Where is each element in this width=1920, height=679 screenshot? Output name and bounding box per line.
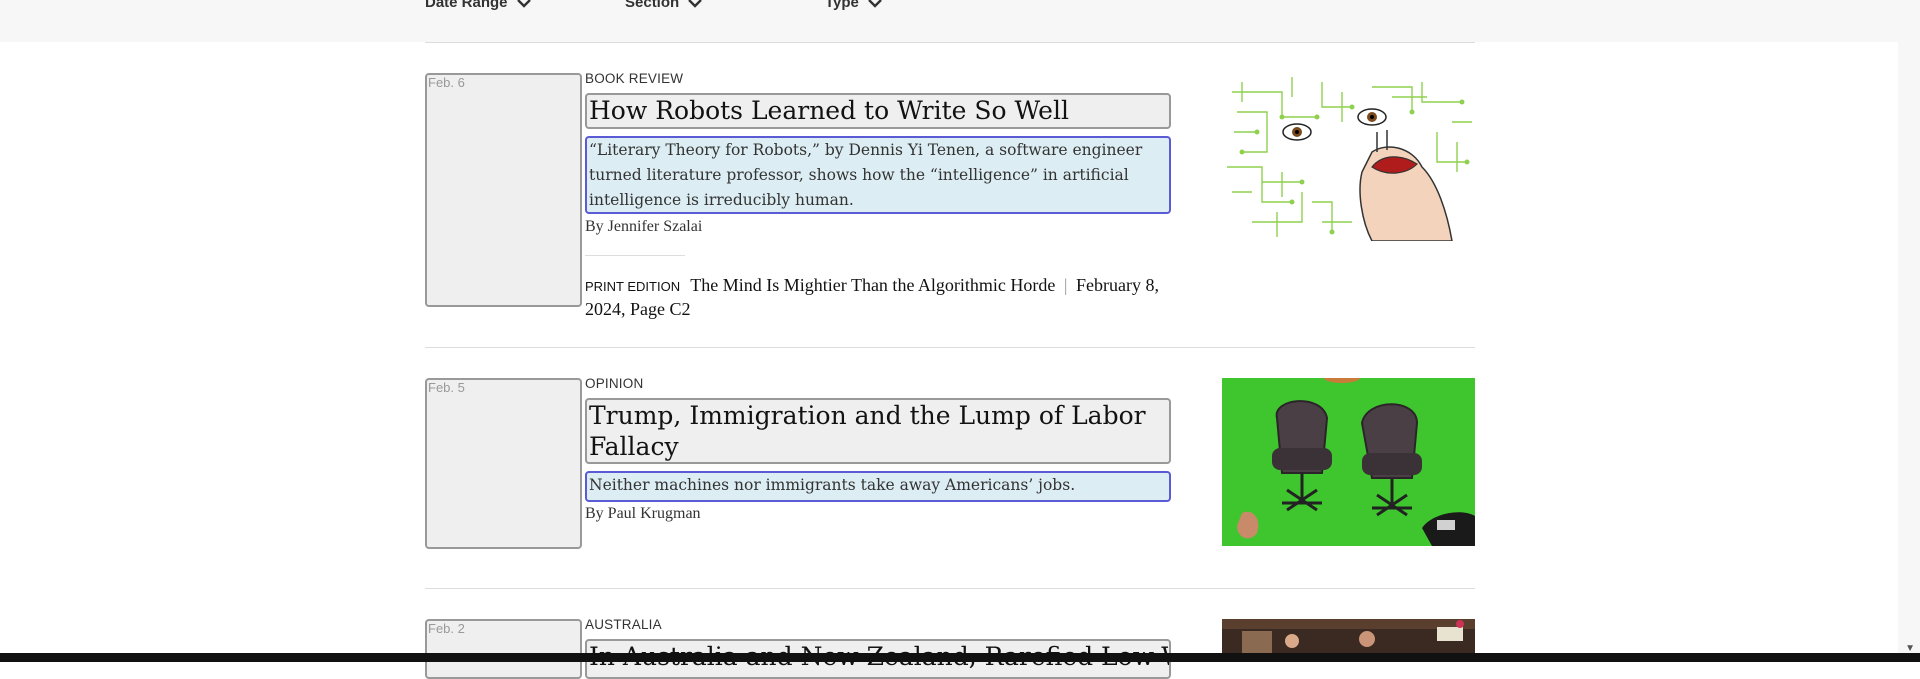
- divider: [585, 255, 685, 256]
- print-edition: PRINT EDITION The Mind Is Mightier Than …: [585, 274, 1185, 320]
- result-date: Feb. 5: [425, 378, 582, 549]
- chevron-down-icon: [688, 0, 703, 8]
- divider: [425, 42, 1475, 43]
- result-thumbnail[interactable]: [1222, 72, 1475, 241]
- date-range-filter[interactable]: Date Range: [425, 0, 532, 11]
- divider: [425, 347, 1475, 348]
- date-range-label: Date Range: [425, 0, 508, 11]
- date-text: Feb. 2: [428, 621, 465, 636]
- result-summary: Neither machines nor immigrants take awa…: [585, 471, 1171, 502]
- eye-left: [1282, 123, 1312, 141]
- print-edition-label: PRINT EDITION: [585, 279, 681, 294]
- section-kicker: BOOK REVIEW: [585, 71, 684, 86]
- robot-illustration-image: [1222, 72, 1475, 241]
- result-headline-link[interactable]: How Robots Learned to Write So Well: [585, 93, 1171, 129]
- section-kicker: OPINION: [585, 376, 644, 391]
- type-label: Type: [825, 0, 859, 11]
- eye-right: [1357, 108, 1387, 126]
- date-text: Feb. 5: [428, 380, 465, 395]
- section-filter[interactable]: Section: [625, 0, 703, 11]
- section-label: Section: [625, 0, 680, 11]
- date-text: Feb. 6: [428, 75, 465, 90]
- section-kicker: AUSTRALIA: [585, 617, 662, 632]
- chevron-down-icon: [868, 0, 882, 8]
- result-date: Feb. 2: [425, 619, 582, 679]
- filter-bar: Date Range Section Type: [0, 0, 1898, 42]
- result-headline-link[interactable]: Trump, Immigration and the Lump of Labor…: [585, 398, 1171, 464]
- result-thumbnail[interactable]: [1222, 378, 1475, 546]
- divider: [425, 588, 1475, 589]
- separator: |: [1063, 275, 1068, 295]
- result-summary: “Literary Theory for Robots,” by Dennis …: [585, 136, 1171, 214]
- bottom-edge: [0, 653, 1920, 662]
- byline: By Jennifer Szalai: [585, 218, 703, 235]
- result-date: Feb. 6: [425, 73, 582, 307]
- byline: By Paul Krugman: [585, 505, 701, 522]
- office-chairs-image: [1222, 378, 1475, 546]
- chevron-down-icon: [516, 0, 531, 8]
- scrollbar[interactable]: ▼: [1898, 0, 1920, 662]
- print-title: The Mind Is Mightier Than the Algorithmi…: [690, 275, 1056, 295]
- type-filter[interactable]: Type: [825, 0, 883, 11]
